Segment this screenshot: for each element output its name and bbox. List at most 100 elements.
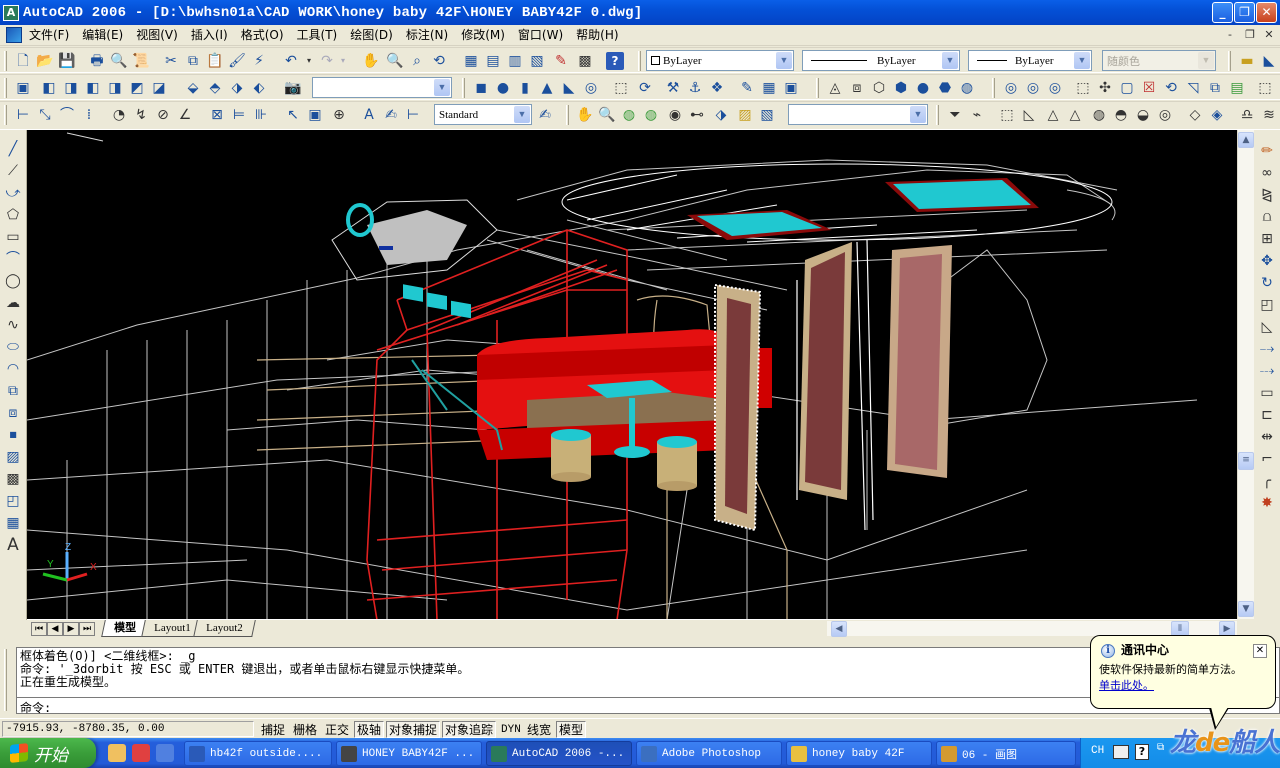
block-editor-icon[interactable]: ⚡ [250,52,268,70]
back-clip-icon[interactable]: ▧ [758,106,776,124]
extrude-edges-icon[interactable]: ⬚ [1256,79,1274,97]
menu-tools[interactable]: 工具(T) [292,25,346,45]
dimension-style-icon[interactable]: ▬ [1238,52,1256,70]
autocad-icon[interactable]: A [3,4,19,21]
new-icon[interactable]: 🗋 [14,52,32,70]
tabulated-surface-icon[interactable]: ≋ [1260,106,1278,124]
gouraud-shaded-icon[interactable]: ⬢ [892,79,910,97]
ellipse-arc-icon[interactable]: ◠ [4,360,22,378]
quicklaunch-browser-icon[interactable] [108,744,126,762]
undo-dropdown-icon[interactable]: ▾ [300,52,318,70]
doc-close-button[interactable]: ✕ [1261,28,1277,43]
command-window-grip[interactable] [4,649,7,711]
restore-button[interactable]: ❐ [1234,2,1255,23]
line-icon[interactable]: ╱ [4,140,22,158]
chevron-down-icon[interactable]: ▼ [776,52,792,69]
task-hb42f-outside[interactable]: hb42f outside.... [184,741,332,766]
erase-icon[interactable]: ✏ [1258,142,1276,160]
radius-icon[interactable]: ◔ [110,106,128,124]
dome-icon[interactable]: ◓ [1112,106,1130,124]
scale-icon[interactable]: ◰ [1258,296,1276,314]
sheet-set-icon[interactable]: ▧ [528,52,546,70]
region-icon[interactable]: ◰ [4,492,22,510]
insert-block-icon[interactable]: ⧉ [4,382,22,400]
balloon-link[interactable]: 单击此处。 [1099,677,1267,695]
se-iso-view-icon[interactable]: ⬘ [206,79,224,97]
print-preview-icon[interactable]: 🔍 [110,52,128,70]
menu-file[interactable]: 文件(F) [24,25,77,45]
offset-faces-icon[interactable]: ▢ [1118,79,1136,97]
calculator-icon[interactable]: ▩ [576,52,594,70]
polar-toggle[interactable]: 极轴 [354,721,385,738]
quicklaunch-ie-icon[interactable] [156,744,174,762]
rotate-icon[interactable]: ↻ [1258,274,1276,292]
3d-distance-icon[interactable]: ⊷ [688,106,706,124]
extrude-icon[interactable]: ⬚ [612,79,630,97]
right-view-icon[interactable]: ◨ [106,79,124,97]
aligned-dimension-icon[interactable]: ⤡ [36,106,54,124]
markup-icon[interactable]: ✎ [552,52,570,70]
match-properties-icon[interactable]: 🖌 [228,52,246,70]
offset-icon[interactable]: ⩍ [1258,208,1276,226]
next-tab-button[interactable]: ▶ [63,622,79,636]
toolbar-grip[interactable] [4,78,7,98]
document-icon[interactable] [6,27,22,43]
menu-edit[interactable]: 编辑(E) [77,25,131,45]
dimension-edit-icon[interactable]: A [360,106,378,124]
taper-faces-icon[interactable]: ◹ [1184,79,1202,97]
3d-mesh-icon[interactable]: ◈ [1208,106,1226,124]
toolbar-grip[interactable] [638,51,641,71]
pyramid-icon[interactable]: △ [1044,106,1062,124]
toolbar-grip[interactable] [4,105,7,125]
linear-dimension-icon[interactable]: ⊢ [14,106,32,124]
menu-insert[interactable]: 插入(I) [186,25,236,45]
intersect-icon[interactable]: ◎ [1046,79,1064,97]
help-icon[interactable]: ? [606,52,624,70]
minimize-button[interactable]: _ [1212,2,1233,23]
union-icon[interactable]: ◎ [1002,79,1020,97]
sphere-icon[interactable]: ● [494,79,512,97]
linetype-control-select[interactable]: ByLayer ▼ [802,50,960,71]
toolbar-grip[interactable] [4,51,7,71]
start-button[interactable]: 开始 [0,738,96,768]
array-icon[interactable]: ⊞ [1258,230,1276,248]
slice-icon[interactable]: ⚒ [664,79,682,97]
rectangle-icon[interactable]: ▭ [4,228,22,246]
menu-draw[interactable]: 绘图(D) [345,25,401,45]
top-view-icon[interactable]: ◧ [40,79,58,97]
coordinates-readout[interactable]: -7915.93, -8780.35, 0.00 [2,721,254,737]
chevron-down-icon[interactable]: ▼ [434,79,450,96]
color-control-select[interactable]: ByLayer ▼ [646,50,794,71]
redo-dropdown-icon[interactable]: ▾ [334,52,352,70]
tab-layout2[interactable]: Layout2 [193,620,256,637]
3d-pan-icon[interactable]: ✋ [576,106,594,124]
tool-palettes-icon[interactable]: ▥ [506,52,524,70]
gradient-icon[interactable]: ▩ [4,470,22,488]
last-tab-button[interactable]: ⏭ [79,622,95,636]
fillet-icon[interactable]: ╭ [1258,472,1276,490]
3d-adjust-clip-icon[interactable]: ⬗ [712,106,730,124]
rotate-faces-icon[interactable]: ⟲ [1162,79,1180,97]
table-icon[interactable]: ▦ [4,514,22,532]
chevron-down-icon[interactable]: ▼ [942,52,958,69]
scroll-down-button[interactable]: ▼ [1238,601,1254,617]
lineweight-control-select[interactable]: ByLayer ▼ [968,50,1092,71]
chamfer-icon[interactable]: ⌐ [1258,450,1276,468]
open-icon[interactable]: 📂 [36,52,54,70]
sphere-surface-icon[interactable]: ◍ [1090,106,1108,124]
revision-cloud-icon[interactable]: ☁ [4,294,22,312]
mirror-icon[interactable]: ⧎ [1258,186,1276,204]
properties-icon[interactable]: ▦ [462,52,480,70]
toolbar-grip[interactable] [462,78,465,98]
paste-icon[interactable]: 📋 [206,52,224,70]
save-icon[interactable]: 💾 [58,52,76,70]
menu-format[interactable]: 格式(O) [236,25,292,45]
zoom-window-icon[interactable]: ⌕ [408,52,426,70]
arc-length-icon[interactable]: ⌒ [58,106,76,124]
3d-orbit-icon[interactable]: ◍ [620,106,638,124]
color-faces-icon[interactable]: ▤ [1228,79,1246,97]
3d-face-icon[interactable]: ⌁ [968,106,986,124]
dimension-text-edit-icon[interactable]: ✍ [382,106,400,124]
construction-line-icon[interactable]: ⟋ [4,162,22,180]
flat-edges-icon[interactable]: ⬣ [936,79,954,97]
